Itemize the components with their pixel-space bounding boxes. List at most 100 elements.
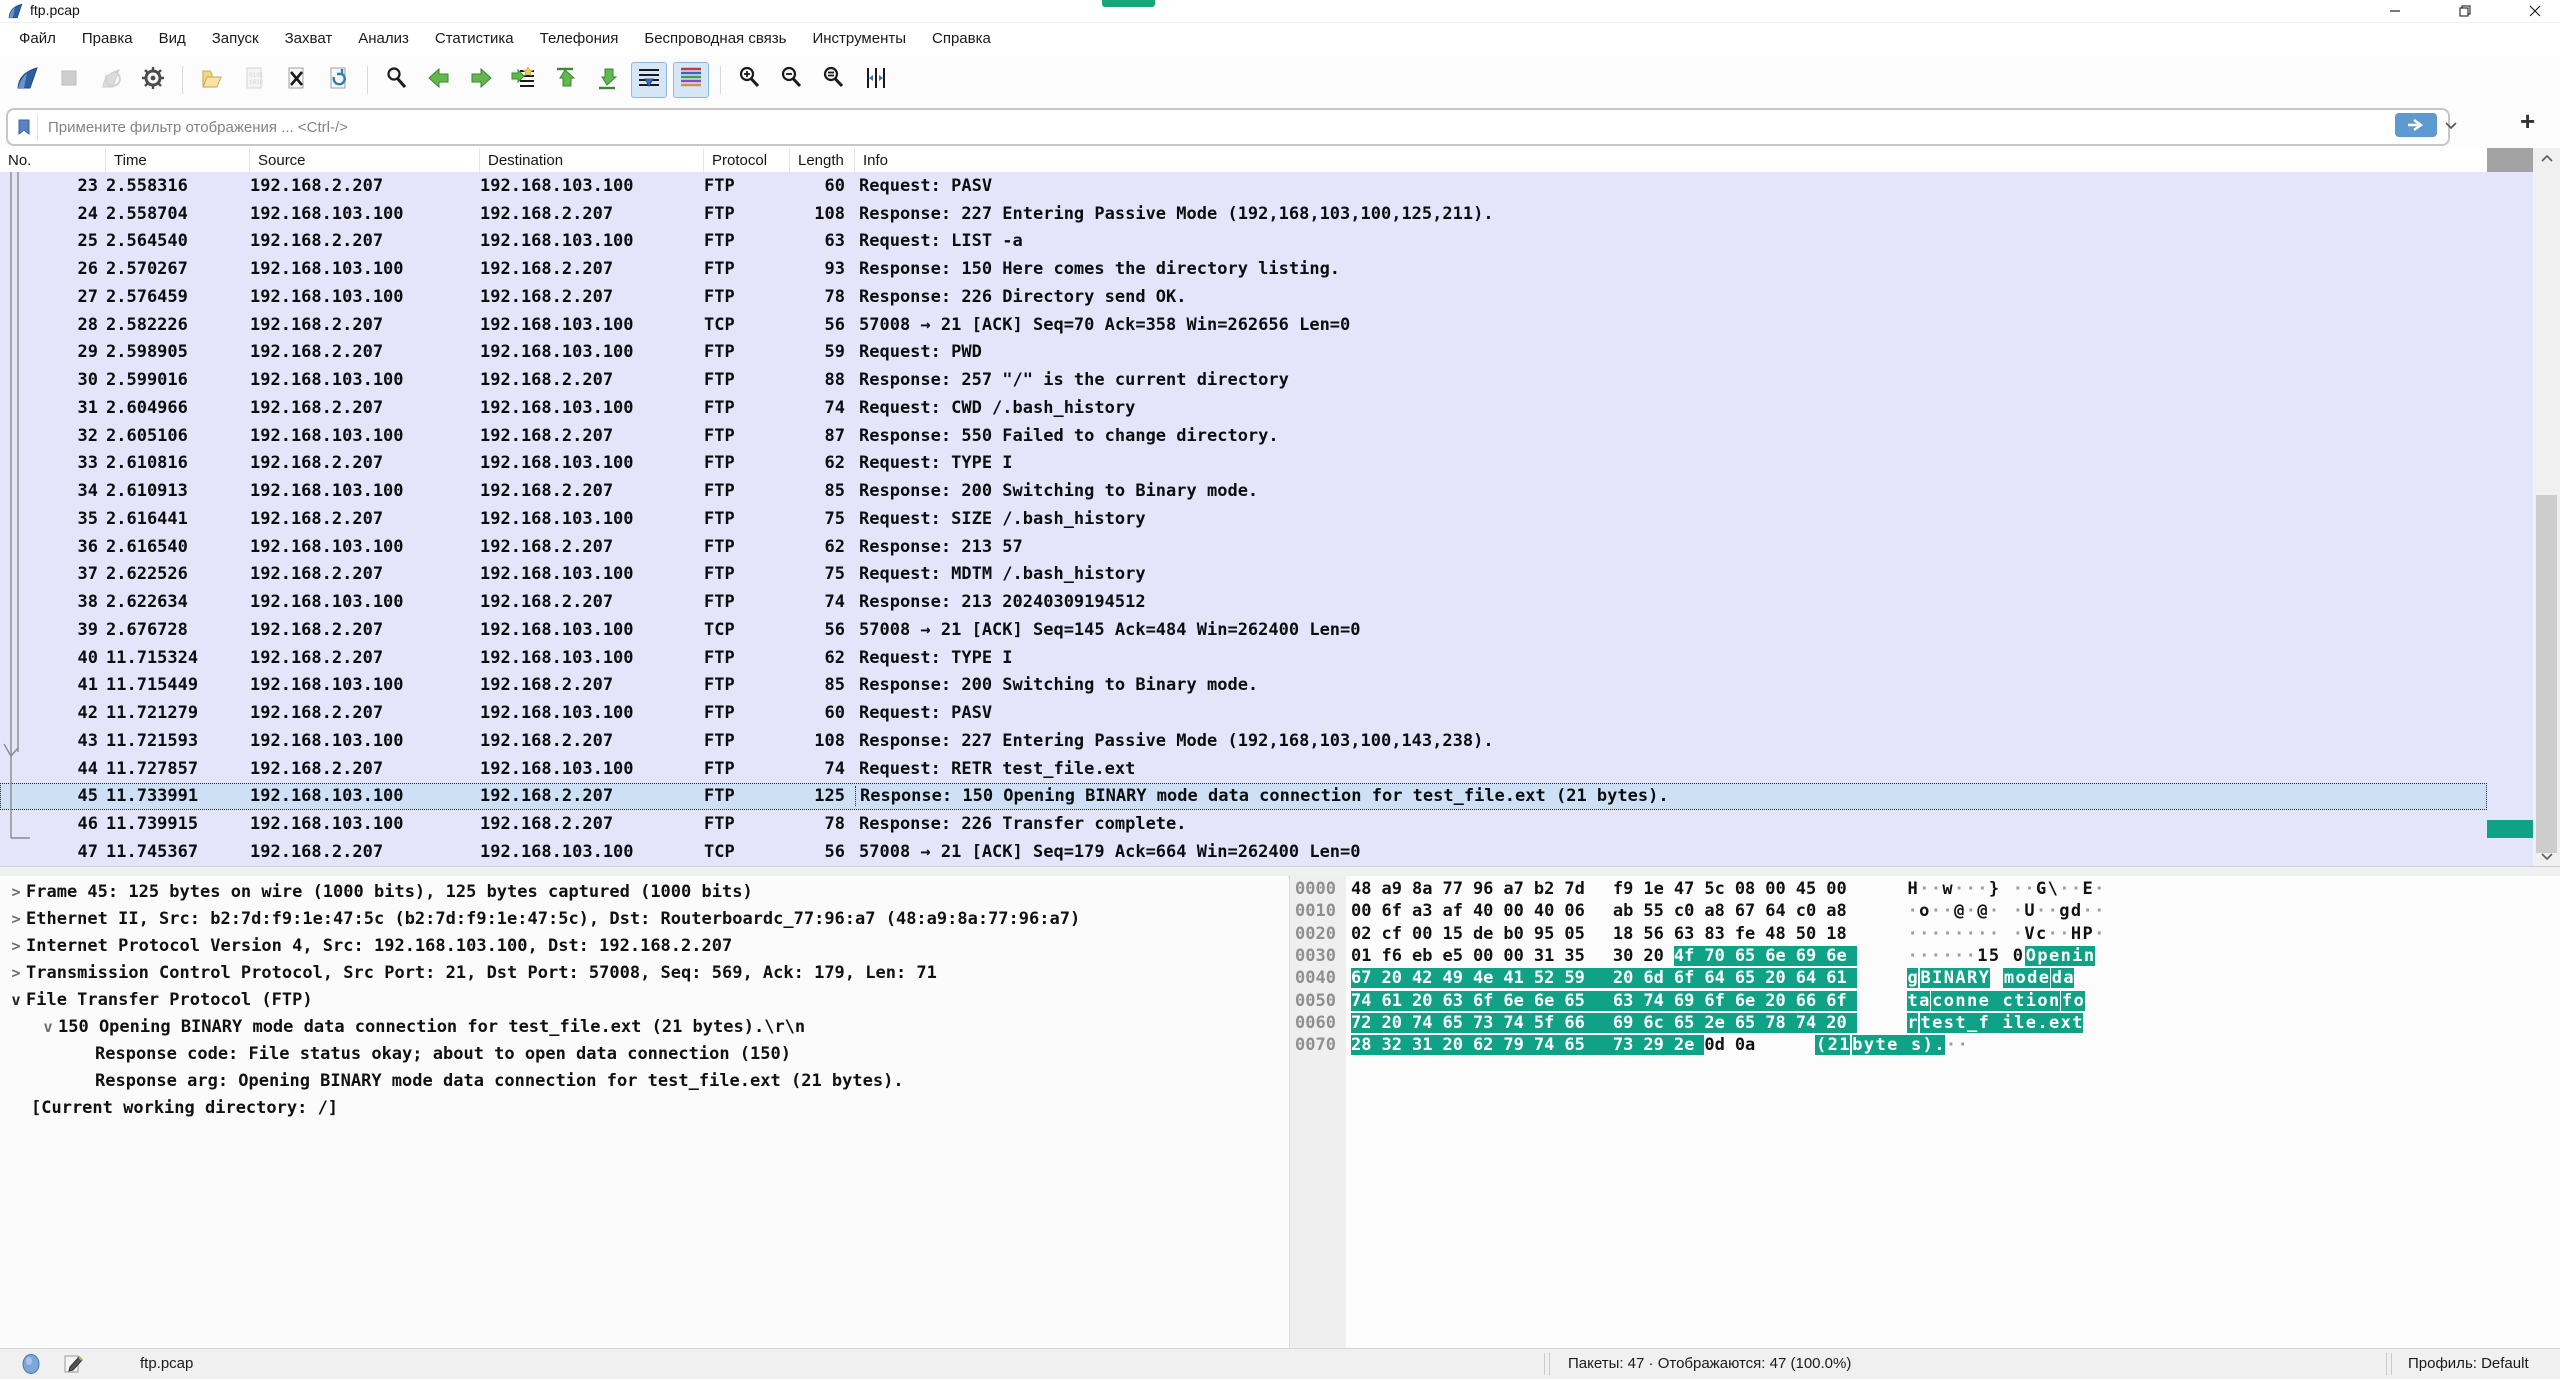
ascii-char[interactable]: ·: [1945, 1035, 1957, 1055]
hex-byte[interactable]: 66: [1796, 991, 1826, 1011]
hex-byte[interactable]: 18: [1595, 924, 1643, 944]
detail-line[interactable]: >Internet Protocol Version 4, Src: 192.1…: [0, 932, 1288, 959]
ascii-char[interactable]: G: [2035, 879, 2047, 899]
expanded-arrow-icon[interactable]: v: [38, 1018, 58, 1036]
hex-byte[interactable]: 48: [1351, 879, 1381, 899]
hex-byte[interactable]: 74: [1351, 991, 1381, 1011]
hex-byte[interactable]: 6e: [1735, 991, 1765, 1011]
go-back-button[interactable]: [421, 62, 457, 98]
ascii-char[interactable]: ·: [1918, 946, 1930, 966]
hex-byte[interactable]: 20: [1442, 1035, 1472, 1055]
ascii-char[interactable]: ·: [1918, 879, 1930, 899]
ascii-char[interactable]: U: [2024, 901, 2036, 921]
ascii-char[interactable]: e: [2025, 1013, 2037, 1033]
hex-byte[interactable]: 20: [1381, 1013, 1411, 1033]
packet-row[interactable]: 4011.715324192.168.2.207192.168.103.100F…: [0, 644, 2487, 672]
ascii-char[interactable]: ·: [1942, 946, 1954, 966]
scrollbar-thumb[interactable]: [2536, 495, 2557, 853]
detail-line[interactable]: vFile Transfer Protocol (FTP): [0, 986, 1288, 1013]
expert-info-icon[interactable]: [20, 1353, 42, 1379]
hex-byte[interactable]: 74: [1503, 1013, 1533, 1033]
ascii-char[interactable]: d: [2070, 901, 2082, 921]
hex-byte[interactable]: 5c: [1704, 879, 1734, 899]
hex-row[interactable]: 00607220746573745f66696c652e65787420r te…: [1290, 1012, 2560, 1034]
hex-byte[interactable]: 0a: [1735, 1035, 1765, 1055]
ascii-char[interactable]: Y: [1978, 968, 1990, 988]
ascii-char[interactable]: ·: [1965, 901, 1977, 921]
hex-byte[interactable]: 6f: [1381, 901, 1411, 921]
packet-row[interactable]: 292.598905192.168.2.207192.168.103.100FT…: [0, 339, 2487, 367]
packet-row[interactable]: 372.622526192.168.2.207192.168.103.100FT…: [0, 561, 2487, 589]
detail-line[interactable]: >Ethernet II, Src: b2:7d:f9:1e:47:5c (b2…: [0, 905, 1288, 932]
hex-byte[interactable]: 20: [1826, 1013, 1856, 1033]
zoom-original-button[interactable]: [816, 62, 852, 98]
hex-byte[interactable]: 64: [1765, 901, 1795, 921]
ascii-char[interactable]: ·: [2047, 901, 2059, 921]
hex-byte[interactable]: 6e: [1765, 946, 1795, 966]
hex-byte[interactable]: 67: [1735, 901, 1765, 921]
ascii-char[interactable]: ·: [1953, 924, 1965, 944]
ascii-char[interactable]: O: [2025, 946, 2037, 966]
ascii-char[interactable]: ·: [2047, 924, 2059, 944]
hex-byte[interactable]: 20: [1595, 968, 1643, 988]
ascii-char[interactable]: ·: [1907, 924, 1919, 944]
hex-byte[interactable]: 18: [1826, 924, 1856, 944]
column-header-info[interactable]: Info: [855, 148, 2487, 172]
hex-byte[interactable]: 77: [1442, 879, 1472, 899]
ascii-char[interactable]: e: [2038, 968, 2050, 988]
ascii-char[interactable]: ·: [1942, 901, 1954, 921]
ascii-char[interactable]: t: [2013, 991, 2025, 1011]
packet-row[interactable]: 362.616540192.168.103.100192.168.2.207FT…: [0, 533, 2487, 561]
ascii-char[interactable]: m: [2003, 968, 2015, 988]
packet-row[interactable]: 262.570267192.168.103.100192.168.2.207FT…: [0, 255, 2487, 283]
ascii-char[interactable]: 5: [1988, 946, 2000, 966]
hex-byte[interactable]: 96: [1473, 879, 1503, 899]
packet-row[interactable]: 4511.733991192.168.103.100192.168.2.207F…: [0, 783, 2487, 811]
detail-line[interactable]: Response arg: Opening BINARY mode data c…: [0, 1067, 1288, 1094]
hex-row[interactable]: 0040672042494e415259206d6f6465206461g BI…: [1290, 967, 2560, 989]
ascii-char[interactable]: ): [1922, 1035, 1934, 1055]
close-button[interactable]: [2512, 0, 2558, 22]
hex-byte[interactable]: 65: [1735, 968, 1765, 988]
packet-row[interactable]: 332.610816192.168.2.207192.168.103.100FT…: [0, 450, 2487, 478]
hex-byte[interactable]: 28: [1351, 1035, 1381, 1055]
packet-row[interactable]: 4611.739915192.168.103.100192.168.2.207F…: [0, 810, 2487, 838]
filter-bookmark-icon[interactable]: [11, 114, 38, 140]
ascii-char[interactable]: ·: [2035, 901, 2047, 921]
hex-byte[interactable]: 63: [1442, 991, 1472, 1011]
hex-byte[interactable]: 00: [1826, 879, 1856, 899]
ascii-char[interactable]: H: [2070, 924, 2082, 944]
menu-файл[interactable]: Файл: [6, 27, 69, 50]
hex-byte[interactable]: 5f: [1534, 1013, 1564, 1033]
hex-byte[interactable]: 05: [1564, 924, 1594, 944]
close-file-button[interactable]: [278, 62, 314, 98]
ascii-char[interactable]: s: [1943, 1013, 1955, 1033]
hex-byte[interactable]: 45: [1796, 879, 1826, 899]
hex-byte[interactable]: 61: [1826, 968, 1856, 988]
ascii-char[interactable]: e: [2048, 1013, 2060, 1033]
hex-byte[interactable]: 48: [1765, 924, 1795, 944]
ascii-char[interactable]: n: [1955, 991, 1967, 1011]
ascii-char[interactable]: o: [1943, 991, 1955, 1011]
hex-byte[interactable]: b2: [1534, 879, 1564, 899]
hex-byte[interactable]: 01: [1351, 946, 1381, 966]
ascii-char[interactable]: y: [1863, 1035, 1875, 1055]
ascii-char[interactable]: ·: [1953, 879, 1965, 899]
hex-byte[interactable]: 63: [1595, 991, 1643, 1011]
hex-byte[interactable]: 06: [1564, 901, 1594, 921]
ascii-char[interactable]: ·: [2093, 879, 2105, 899]
collapsed-arrow-icon[interactable]: >: [6, 937, 26, 955]
hex-byte[interactable]: af: [1442, 901, 1472, 921]
collapsed-arrow-icon[interactable]: >: [6, 910, 26, 928]
ascii-char[interactable]: o: [2037, 991, 2049, 1011]
hex-byte[interactable]: 29: [1643, 1035, 1673, 1055]
ascii-char[interactable]: l: [2013, 1013, 2025, 1033]
filter-history-dropdown[interactable]: [2444, 118, 2458, 136]
hex-byte[interactable]: 20: [1765, 991, 1795, 1011]
hex-byte[interactable]: 72: [1351, 1013, 1381, 1033]
hex-byte[interactable]: 69: [1595, 1013, 1643, 1033]
hex-byte[interactable]: 56: [1643, 924, 1673, 944]
ascii-char[interactable]: ·: [2000, 924, 2024, 944]
hex-byte[interactable]: a9: [1381, 879, 1411, 899]
ascii-char[interactable]: ·: [1977, 924, 1989, 944]
